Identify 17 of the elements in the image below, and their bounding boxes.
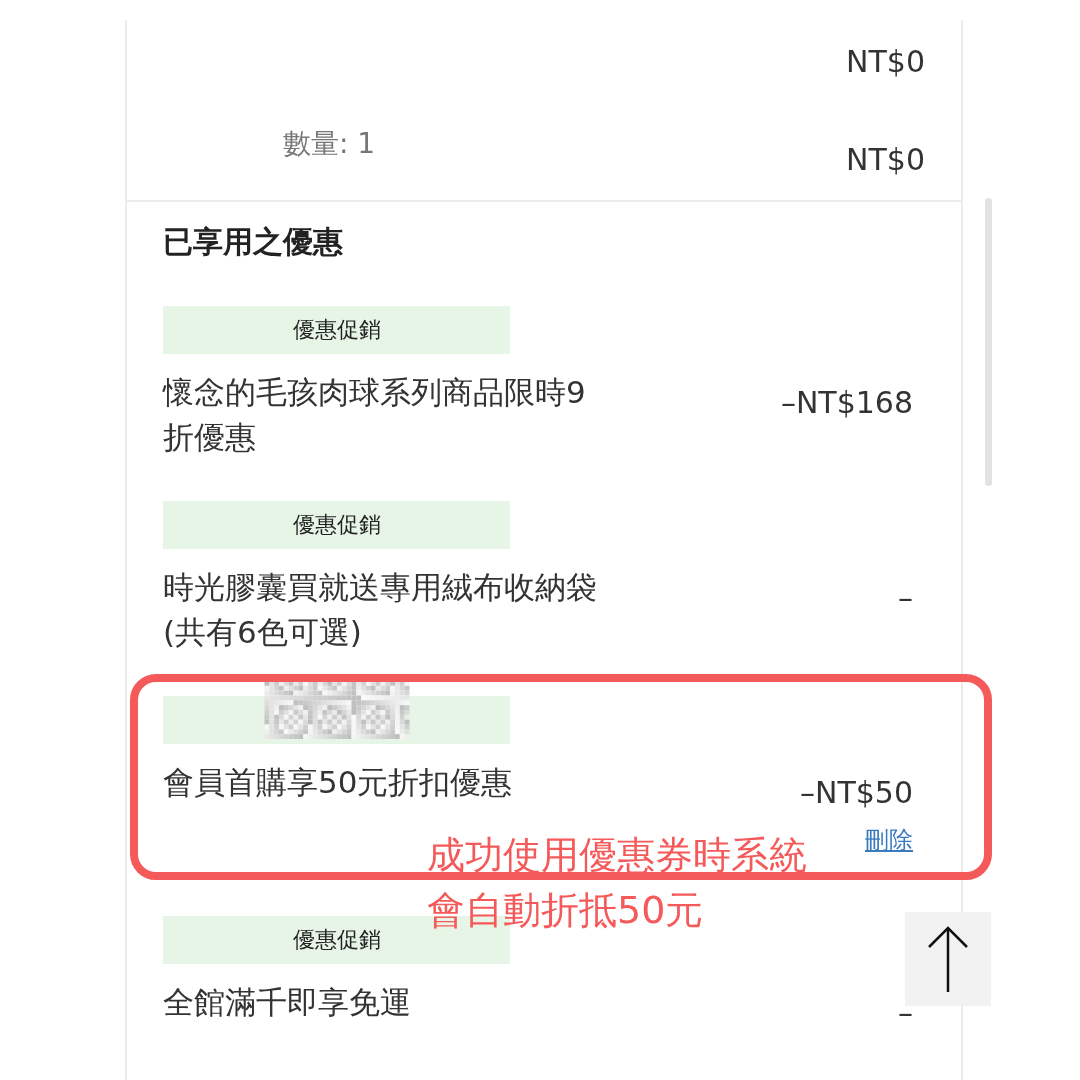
promo-tag: 優惠促銷 xyxy=(163,501,510,549)
promo-title: 全館滿千即享免運 xyxy=(163,983,412,1022)
promo-amount: – xyxy=(898,579,913,617)
promo-amount: –NT$50 xyxy=(799,774,913,812)
item-price: NT$0 xyxy=(846,43,925,81)
promo-title: 會員首購享50元折扣優惠 xyxy=(163,763,514,802)
scrollbar[interactable] xyxy=(985,198,992,486)
promo-amount: – xyxy=(898,994,913,1032)
back-to-top-button[interactable] xyxy=(905,912,991,1006)
promo-title: 時光膠囊買就送專用絨布收納袋(共有6色可選) xyxy=(163,568,598,652)
quantity: 數量: 1 xyxy=(283,126,376,162)
delete-link[interactable]: 刪除 xyxy=(865,825,913,855)
promo-title: 懷念的毛孩肉球系列商品限時9折優惠 xyxy=(163,373,587,457)
item-subtotal: NT$0 xyxy=(846,141,925,179)
promo-tag: 優惠促銷 xyxy=(163,306,510,354)
section-heading: 已享用之優惠 xyxy=(163,223,344,261)
promo-amount: –NT$168 xyxy=(780,384,913,422)
